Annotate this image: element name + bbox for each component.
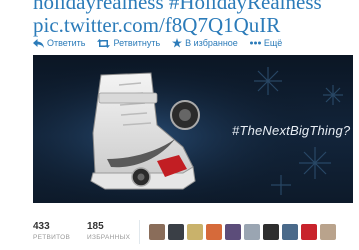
stats-divider xyxy=(139,220,140,244)
reply-icon xyxy=(33,38,44,48)
avatar[interactable] xyxy=(168,224,184,240)
retweet-button[interactable]: Ретвитнуть xyxy=(97,38,160,48)
tweet-text: holidayrealness #HolidayRealness pic.twi… xyxy=(33,0,353,37)
retweet-label: Ретвитнуть xyxy=(113,38,161,48)
favorite-button[interactable]: В избранное xyxy=(172,38,238,48)
reply-label: Ответить xyxy=(47,38,86,48)
favorites-stat[interactable]: 185 ИЗБРАННЫХ xyxy=(87,221,141,242)
avatar[interactable] xyxy=(244,224,260,240)
more-dots-icon xyxy=(249,41,261,45)
more-label: Ещё xyxy=(263,38,283,48)
avatar[interactable] xyxy=(187,224,203,240)
avatar-list xyxy=(149,224,336,240)
retweets-label: РЕТВИТОВ xyxy=(33,234,71,241)
favorites-label: ИЗБРАННЫХ xyxy=(87,234,131,241)
tweet-media-image[interactable]: #TheNextBigThing? xyxy=(33,55,353,203)
tweet-stats: 433 РЕТВИТОВ 185 ИЗБРАННЫХ xyxy=(33,221,141,242)
star-icon xyxy=(172,38,183,48)
favorite-label: В избранное xyxy=(185,38,238,48)
retweet-icon xyxy=(97,38,111,48)
avatar[interactable] xyxy=(320,224,336,240)
retweets-stat[interactable]: 433 РЕТВИТОВ xyxy=(33,221,87,242)
more-button[interactable]: Ещё xyxy=(249,38,283,48)
tweet-text-line-1[interactable]: holidayrealness #HolidayRealness xyxy=(33,0,353,14)
tweet-media-link[interactable]: pic.twitter.com/f8Q7Q1QuIR xyxy=(33,14,353,37)
avatar[interactable] xyxy=(263,224,279,240)
tweet-actions: Ответить Ретвитнуть В избранное Ещё xyxy=(33,36,282,50)
avatar[interactable] xyxy=(149,224,165,240)
avatar[interactable] xyxy=(282,224,298,240)
media-hashtag: #TheNextBigThing? xyxy=(232,123,351,138)
avatar[interactable] xyxy=(301,224,317,240)
retweets-count: 433 xyxy=(33,221,50,232)
avatar[interactable] xyxy=(206,224,222,240)
avatar[interactable] xyxy=(225,224,241,240)
favorites-count: 185 xyxy=(87,221,104,232)
reply-button[interactable]: Ответить xyxy=(33,38,85,48)
